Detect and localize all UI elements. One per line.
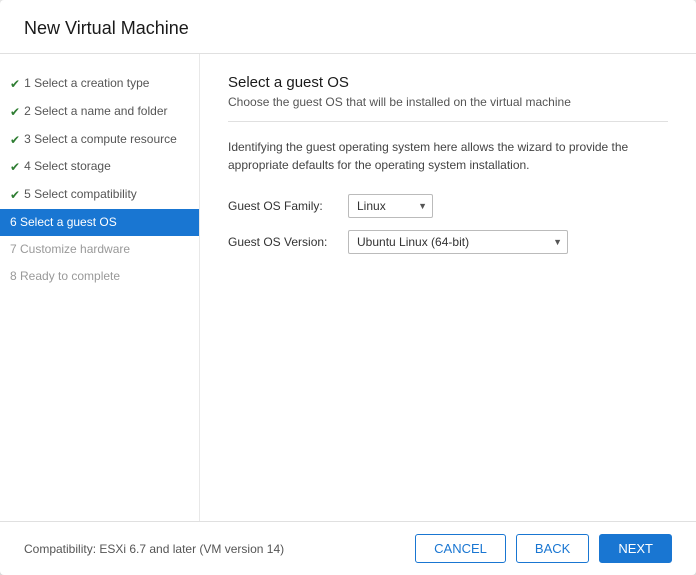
guest-os-version-row: Guest OS Version: Ubuntu Linux (64-bit)U…: [228, 230, 668, 254]
check-icon: ✔: [10, 159, 20, 176]
info-text: Identifying the guest operating system h…: [228, 138, 668, 174]
sidebar-step-label: 3 Select a compute resource: [24, 131, 177, 148]
sidebar-item-step6[interactable]: 6 Select a guest OS: [0, 209, 199, 236]
sidebar-step-label: 5 Select compatibility: [24, 186, 137, 203]
sidebar-step-label: 2 Select a name and folder: [24, 103, 167, 120]
dialog-body: ✔1 Select a creation type✔2 Select a nam…: [0, 54, 696, 521]
sidebar-step-label: 7 Customize hardware: [10, 241, 130, 258]
section-subtitle: Choose the guest OS that will be install…: [228, 95, 668, 122]
sidebar-item-step8: 8 Ready to complete: [0, 263, 199, 290]
guest-os-version-wrapper: Ubuntu Linux (64-bit)Ubuntu Linux (32-bi…: [348, 230, 568, 254]
sidebar-item-step3[interactable]: ✔3 Select a compute resource: [0, 126, 199, 154]
sidebar-step-label: 6 Select a guest OS: [10, 214, 117, 231]
guest-os-version-select[interactable]: Ubuntu Linux (64-bit)Ubuntu Linux (32-bi…: [348, 230, 568, 254]
sidebar-item-step5[interactable]: ✔5 Select compatibility: [0, 181, 199, 209]
new-vm-dialog: New Virtual Machine ✔1 Select a creation…: [0, 0, 696, 575]
back-button[interactable]: BACK: [516, 534, 589, 563]
sidebar-item-step4[interactable]: ✔4 Select storage: [0, 153, 199, 181]
guest-os-family-label: Guest OS Family:: [228, 199, 348, 213]
check-icon: ✔: [10, 76, 20, 93]
sidebar-item-step1[interactable]: ✔1 Select a creation type: [0, 70, 199, 98]
dialog-title: New Virtual Machine: [24, 18, 672, 39]
sidebar: ✔1 Select a creation type✔2 Select a nam…: [0, 54, 200, 521]
guest-os-family-row: Guest OS Family: LinuxWindowsOther: [228, 194, 668, 218]
guest-os-family-wrapper: LinuxWindowsOther: [348, 194, 433, 218]
check-icon: ✔: [10, 187, 20, 204]
cancel-button[interactable]: CANCEL: [415, 534, 506, 563]
check-icon: ✔: [10, 104, 20, 121]
dialog-footer: Compatibility: ESXi 6.7 and later (VM ve…: [0, 521, 696, 575]
guest-os-version-label: Guest OS Version:: [228, 235, 348, 249]
sidebar-item-step2[interactable]: ✔2 Select a name and folder: [0, 98, 199, 126]
section-title: Select a guest OS: [228, 74, 668, 91]
sidebar-step-label: 8 Ready to complete: [10, 268, 120, 285]
dialog-header: New Virtual Machine: [0, 0, 696, 54]
sidebar-step-label: 4 Select storage: [24, 158, 111, 175]
sidebar-step-label: 1 Select a creation type: [24, 75, 149, 92]
compat-text: Compatibility: ESXi 6.7 and later (VM ve…: [24, 542, 284, 556]
sidebar-item-step7: 7 Customize hardware: [0, 236, 199, 263]
check-icon: ✔: [10, 132, 20, 149]
main-content: Select a guest OS Choose the guest OS th…: [200, 54, 696, 521]
next-button[interactable]: NEXT: [599, 534, 672, 563]
guest-os-family-select[interactable]: LinuxWindowsOther: [348, 194, 433, 218]
